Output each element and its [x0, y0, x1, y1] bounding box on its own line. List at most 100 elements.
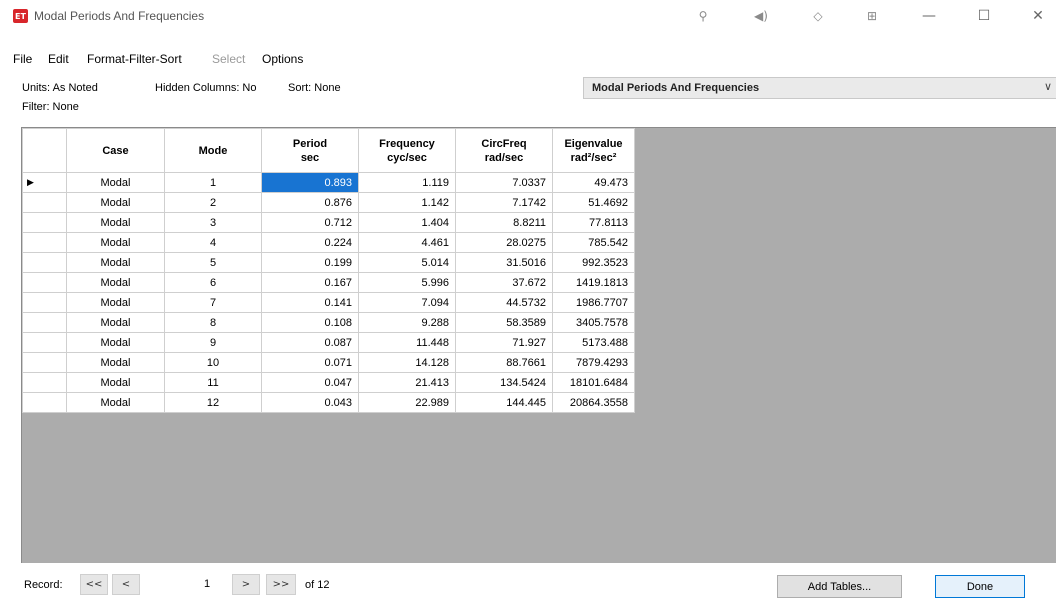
cell-frequency[interactable]: 4.461: [358, 232, 456, 253]
maximize-button[interactable]: ☐: [973, 6, 995, 26]
cell-eigenvalue[interactable]: 51.4692: [552, 192, 635, 213]
cell-mode[interactable]: 1: [164, 172, 262, 193]
cell-frequency[interactable]: 7.094: [358, 292, 456, 313]
cell-eigenvalue[interactable]: 77.8113: [552, 212, 635, 233]
cell-circfreq[interactable]: 7.0337: [455, 172, 553, 193]
menu-select[interactable]: Select: [212, 52, 245, 66]
close-button[interactable]: ✕: [1027, 6, 1049, 26]
cell-frequency[interactable]: 1.142: [358, 192, 456, 213]
cell-circfreq[interactable]: 144.445: [455, 392, 553, 413]
menu-format-filter-sort[interactable]: Format-Filter-Sort: [87, 52, 182, 66]
table-row[interactable]: Modal 3 0.712 1.404 8.8211 77.8113: [22, 212, 635, 233]
table-row[interactable]: Modal 5 0.199 5.014 31.5016 992.3523: [22, 252, 635, 273]
target-icon[interactable]: ◇: [810, 8, 826, 24]
cell-mode[interactable]: 4: [164, 232, 262, 253]
export-icon[interactable]: ⊞: [864, 8, 880, 24]
row-selector-cell[interactable]: [22, 232, 67, 253]
next-record-button[interactable]: >: [232, 574, 260, 595]
first-record-button[interactable]: <<: [80, 574, 108, 595]
column-header-period[interactable]: Period sec: [261, 128, 359, 173]
table-row[interactable]: Modal 11 0.047 21.413 134.5424 18101.6484: [22, 372, 635, 393]
minimize-button[interactable]: —: [918, 6, 940, 26]
cell-circfreq[interactable]: 71.927: [455, 332, 553, 353]
table-row[interactable]: Modal 10 0.071 14.128 88.7661 7879.4293: [22, 352, 635, 373]
cell-case[interactable]: Modal: [66, 212, 165, 233]
add-tables-button[interactable]: Add Tables...: [777, 575, 902, 598]
cell-case[interactable]: Modal: [66, 372, 165, 393]
cell-frequency[interactable]: 1.404: [358, 212, 456, 233]
cell-case[interactable]: Modal: [66, 332, 165, 353]
table-row[interactable]: Modal 6 0.167 5.996 37.672 1419.1813: [22, 272, 635, 293]
cell-frequency[interactable]: 14.128: [358, 352, 456, 373]
cell-mode[interactable]: 9: [164, 332, 262, 353]
data-grid[interactable]: Case Mode Period sec Frequency cyc/sec C…: [21, 127, 1056, 563]
cell-circfreq[interactable]: 28.0275: [455, 232, 553, 253]
done-button[interactable]: Done: [935, 575, 1025, 598]
cell-case[interactable]: Modal: [66, 272, 165, 293]
menu-options[interactable]: Options: [262, 52, 303, 66]
cell-frequency[interactable]: 1.119: [358, 172, 456, 193]
cell-case[interactable]: Modal: [66, 392, 165, 413]
cell-case[interactable]: Modal: [66, 292, 165, 313]
cell-eigenvalue[interactable]: 20864.3558: [552, 392, 635, 413]
cell-case[interactable]: Modal: [66, 172, 165, 193]
cell-circfreq[interactable]: 44.5732: [455, 292, 553, 313]
cell-period[interactable]: 0.071: [261, 352, 359, 373]
cell-frequency[interactable]: 9.288: [358, 312, 456, 333]
cell-mode[interactable]: 3: [164, 212, 262, 233]
cell-frequency[interactable]: 21.413: [358, 372, 456, 393]
cell-eigenvalue[interactable]: 5173.488: [552, 332, 635, 353]
cell-case[interactable]: Modal: [66, 192, 165, 213]
cell-period[interactable]: 0.167: [261, 272, 359, 293]
table-row[interactable]: Modal 2 0.876 1.142 7.1742 51.4692: [22, 192, 635, 213]
column-header-case[interactable]: Case: [66, 128, 165, 173]
cell-circfreq[interactable]: 134.5424: [455, 372, 553, 393]
row-selector-cell[interactable]: [22, 192, 67, 213]
table-selector-dropdown[interactable]: Modal Periods And Frequencies ∨: [583, 77, 1056, 99]
cell-mode[interactable]: 11: [164, 372, 262, 393]
cell-frequency[interactable]: 5.996: [358, 272, 456, 293]
column-header-mode[interactable]: Mode: [164, 128, 262, 173]
cell-case[interactable]: Modal: [66, 252, 165, 273]
cell-mode[interactable]: 8: [164, 312, 262, 333]
cell-case[interactable]: Modal: [66, 312, 165, 333]
cell-eigenvalue[interactable]: 3405.7578: [552, 312, 635, 333]
cell-circfreq[interactable]: 31.5016: [455, 252, 553, 273]
cell-case[interactable]: Modal: [66, 352, 165, 373]
cell-mode[interactable]: 2: [164, 192, 262, 213]
last-record-button[interactable]: >>: [266, 574, 296, 595]
row-selector-cell[interactable]: [22, 272, 67, 293]
cell-circfreq[interactable]: 8.8211: [455, 212, 553, 233]
cell-eigenvalue[interactable]: 1986.7707: [552, 292, 635, 313]
cell-period[interactable]: 0.224: [261, 232, 359, 253]
cell-eigenvalue[interactable]: 992.3523: [552, 252, 635, 273]
cell-circfreq[interactable]: 88.7661: [455, 352, 553, 373]
cell-period[interactable]: 0.108: [261, 312, 359, 333]
cell-eigenvalue[interactable]: 1419.1813: [552, 272, 635, 293]
column-header-frequency[interactable]: Frequency cyc/sec: [358, 128, 456, 173]
cell-period[interactable]: 0.141: [261, 292, 359, 313]
cell-frequency[interactable]: 11.448: [358, 332, 456, 353]
cell-mode[interactable]: 12: [164, 392, 262, 413]
cell-period[interactable]: 0.712: [261, 212, 359, 233]
cell-period[interactable]: 0.047: [261, 372, 359, 393]
pin-icon[interactable]: ⚲: [695, 8, 711, 24]
sound-icon[interactable]: ◀): [753, 8, 769, 24]
menu-edit[interactable]: Edit: [48, 52, 69, 66]
cell-eigenvalue[interactable]: 785.542: [552, 232, 635, 253]
row-selector-cell[interactable]: [22, 252, 67, 273]
record-number-input[interactable]: 1: [173, 574, 225, 595]
cell-period[interactable]: 0.043: [261, 392, 359, 413]
cell-frequency[interactable]: 5.014: [358, 252, 456, 273]
cell-period[interactable]: 0.199: [261, 252, 359, 273]
cell-eigenvalue[interactable]: 7879.4293: [552, 352, 635, 373]
table-row[interactable]: Modal 12 0.043 22.989 144.445 20864.3558: [22, 392, 635, 413]
column-header-circfreq[interactable]: CircFreq rad/sec: [455, 128, 553, 173]
cell-circfreq[interactable]: 58.3589: [455, 312, 553, 333]
cell-mode[interactable]: 5: [164, 252, 262, 273]
row-selector-cell[interactable]: [22, 312, 67, 333]
cell-period[interactable]: 0.893: [261, 172, 359, 193]
cell-circfreq[interactable]: 37.672: [455, 272, 553, 293]
cell-frequency[interactable]: 22.989: [358, 392, 456, 413]
row-selector-cell[interactable]: [22, 332, 67, 353]
